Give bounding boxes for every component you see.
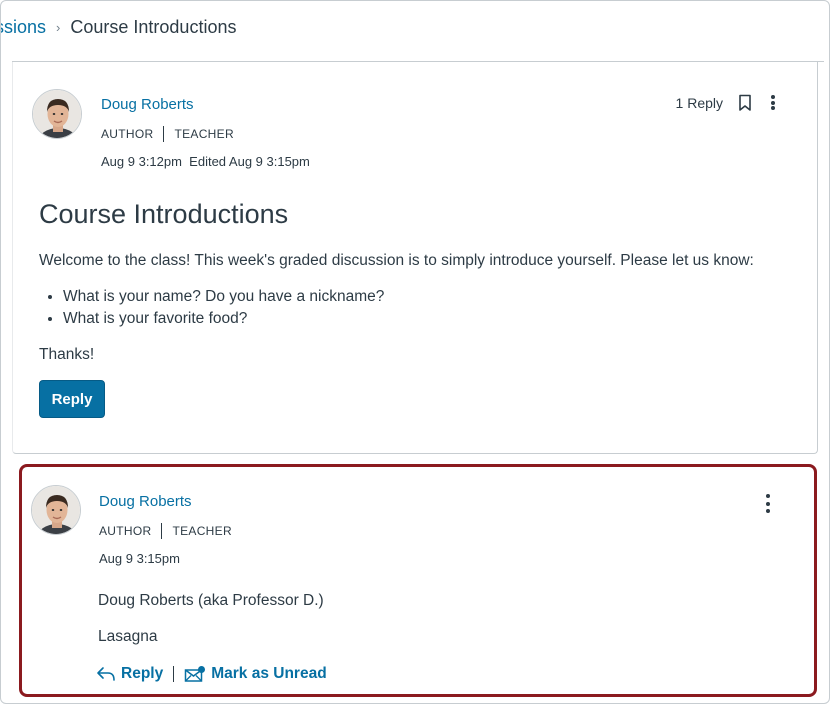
- post-timestamp: Aug 9 3:12pm Edited Aug 9 3:15pm: [101, 154, 310, 169]
- discussion-window: ussions › Course Introductions Doug Robe…: [0, 0, 830, 704]
- topic-intro: Welcome to the class! This week's graded…: [39, 252, 754, 269]
- role-author-label: AUTHOR: [99, 524, 152, 538]
- role-divider: [161, 523, 163, 539]
- role-teacher-label: TEACHER: [172, 524, 232, 538]
- reply-count: 1 Reply: [675, 95, 723, 111]
- list-item: What is your name? Do you have a nicknam…: [63, 286, 799, 308]
- reply-link[interactable]: Reply: [96, 665, 163, 683]
- role-teacher-label: TEACHER: [174, 127, 234, 141]
- reply-arrow-icon: [97, 667, 115, 681]
- topic-message: Welcome to the class! This week's graded…: [39, 250, 799, 366]
- breadcrumb-current: Course Introductions: [70, 16, 237, 37]
- reply-entry: Doug Roberts AUTHOR TEACHER Aug 9 3:15pm…: [19, 464, 817, 697]
- reply-author-roles: AUTHOR TEACHER: [99, 523, 232, 539]
- reply-button[interactable]: Reply: [39, 380, 105, 418]
- topic-question-list: What is your name? Do you have a nicknam…: [39, 286, 799, 330]
- reply-timestamp: Aug 9 3:15pm: [99, 551, 180, 566]
- more-options-icon[interactable]: [770, 95, 776, 110]
- list-item: What is your favorite food?: [63, 308, 799, 330]
- reply-link-label: Reply: [121, 665, 164, 682]
- author-avatar[interactable]: [32, 89, 82, 139]
- author-roles: AUTHOR TEACHER: [101, 126, 234, 142]
- reply-actions: Reply Mark as Unread: [96, 665, 327, 683]
- bookmark-icon[interactable]: [738, 94, 752, 112]
- mail-unread-icon: [184, 666, 206, 682]
- topic-closing: Thanks!: [39, 346, 95, 363]
- mark-as-unread-link[interactable]: Mark as Unread: [184, 665, 327, 683]
- breadcrumb: ussions › Course Introductions: [1, 15, 236, 39]
- mark-as-unread-label: Mark as Unread: [211, 665, 327, 682]
- author-name-link[interactable]: Doug Roberts: [101, 96, 194, 113]
- breadcrumb-discussions-link[interactable]: ussions: [1, 17, 46, 38]
- reply-author-avatar[interactable]: [31, 485, 81, 535]
- reply-author-name-link[interactable]: Doug Roberts: [99, 493, 192, 510]
- reply-message-line: Doug Roberts (aka Professor D.): [98, 592, 324, 609]
- role-divider: [163, 126, 165, 142]
- reply-message-line: Lasagna: [98, 628, 158, 645]
- reply-more-options-icon[interactable]: [765, 494, 771, 513]
- topic-post: Doug Roberts AUTHOR TEACHER Aug 9 3:12pm…: [12, 62, 818, 454]
- topic-title: Course Introductions: [39, 199, 289, 229]
- action-divider: [173, 666, 175, 682]
- breadcrumb-chevron-icon: ›: [56, 19, 61, 35]
- role-author-label: AUTHOR: [101, 127, 154, 141]
